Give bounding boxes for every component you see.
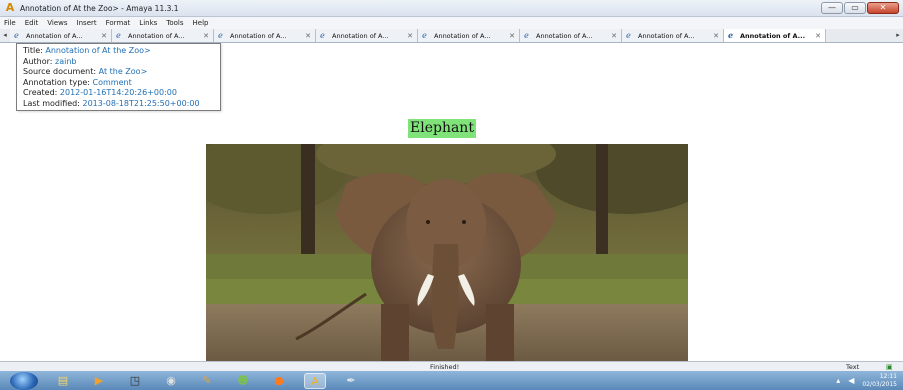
search-icon[interactable]: ◳ xyxy=(124,373,146,389)
document-icon: ℯ xyxy=(14,31,19,40)
annotation-source-row: Source document: At the Zoo> xyxy=(23,67,214,78)
connection-icon: ▣ xyxy=(886,363,893,371)
tab-close-icon[interactable]: ✕ xyxy=(815,32,821,40)
document-icon: ℯ xyxy=(320,31,325,40)
tab-bar: ◂ ℯ Annotation of A... ✕ ℯ Annotation of… xyxy=(0,29,903,43)
annotation-type-link[interactable]: Comment xyxy=(93,78,132,87)
file-explorer-icon[interactable]: ▤ xyxy=(52,373,74,389)
firefox-icon[interactable]: ● xyxy=(268,373,290,389)
tab-8-active[interactable]: ℯ Annotation of A... ✕ xyxy=(724,29,826,42)
tab-6[interactable]: ℯ Annotation of A... ✕ xyxy=(520,29,622,42)
feather-icon[interactable]: ✒ xyxy=(340,373,362,389)
window-controls: — ▭ ✕ xyxy=(821,2,899,14)
annotation-author-label: Author: xyxy=(23,56,56,66)
annotation-type-label: Annotation type: xyxy=(23,77,93,87)
chrome-icon[interactable]: ◉ xyxy=(160,373,182,389)
minimize-button[interactable]: — xyxy=(821,2,843,14)
annotation-created-value[interactable]: 2012-01-16T14:20:26+00:00 xyxy=(60,88,177,97)
tab-close-icon[interactable]: ✕ xyxy=(407,32,413,40)
tab-3[interactable]: ℯ Annotation of A... ✕ xyxy=(214,29,316,42)
annotation-metadata-box: Title: Annotation of At the Zoo> Author:… xyxy=(16,43,221,111)
tab-label: Annotation of A... xyxy=(128,31,185,40)
annotation-created-label: Created: xyxy=(23,88,60,98)
annotation-modified-value[interactable]: 2013-08-18T21:25:50+00:00 xyxy=(82,99,199,108)
annotation-title-row: Title: Annotation of At the Zoo> xyxy=(23,46,214,57)
annotation-created-row: Created: 2012-01-16T14:20:26+00:00 xyxy=(23,88,214,99)
amaya-app-icon: A xyxy=(5,1,15,14)
tab-1[interactable]: ℯ Annotation of A... ✕ xyxy=(10,29,112,42)
tab-scroll-right-icon[interactable]: ▸ xyxy=(893,29,903,42)
tab-close-icon[interactable]: ✕ xyxy=(713,32,719,40)
paint-icon[interactable]: ✎ xyxy=(196,373,218,389)
elephant-photo xyxy=(206,144,688,361)
window-title: Annotation of At the Zoo> - Amaya 11.3.1 xyxy=(20,3,179,13)
tab-label: Annotation of A... xyxy=(230,31,287,40)
tab-5[interactable]: ℯ Annotation of A... ✕ xyxy=(418,29,520,42)
menu-edit[interactable]: Edit xyxy=(25,19,39,27)
menu-format[interactable]: Format xyxy=(106,19,131,27)
tab-scroll-left-icon[interactable]: ◂ xyxy=(0,29,10,42)
menu-insert[interactable]: Insert xyxy=(77,19,97,27)
annotation-modified-label: Last modified: xyxy=(23,98,83,108)
annotation-source-link[interactable]: At the Zoo> xyxy=(99,67,148,76)
tab-4[interactable]: ℯ Annotation of A... ✕ xyxy=(316,29,418,42)
amaya-taskbar-icon[interactable]: A xyxy=(304,372,326,389)
tab-2[interactable]: ℯ Annotation of A... ✕ xyxy=(112,29,214,42)
annotation-author-row: Author: zainb xyxy=(23,57,214,68)
menu-links[interactable]: Links xyxy=(139,19,157,27)
document-icon: ℯ xyxy=(524,31,529,40)
menu-views[interactable]: Views xyxy=(47,19,67,27)
tab-label: Annotation of A... xyxy=(536,31,593,40)
document-icon: ℯ xyxy=(626,31,631,40)
menu-bar: File Edit Views Insert Format Links Tool… xyxy=(0,17,903,29)
media-player-icon[interactable]: ▶ xyxy=(88,373,110,389)
tab-label: Annotation of A... xyxy=(434,31,491,40)
menu-file[interactable]: File xyxy=(4,19,16,27)
annotation-modified-row: Last modified: 2013-08-18T21:25:50+00:00 xyxy=(23,99,214,110)
tab-close-icon[interactable]: ✕ xyxy=(305,32,311,40)
document-icon: ℯ xyxy=(116,31,121,40)
tab-close-icon[interactable]: ✕ xyxy=(101,32,107,40)
annotation-title-label: Title: xyxy=(23,46,46,55)
clock[interactable]: 12:11 02/03/2015 xyxy=(862,373,897,389)
status-bar: Finished! Text ▣ xyxy=(0,361,903,371)
clock-time: 12:11 xyxy=(879,372,897,380)
clock-date: 02/03/2015 xyxy=(862,380,897,388)
menu-tools[interactable]: Tools xyxy=(166,19,183,27)
volume-icon[interactable]: ◀ xyxy=(848,376,854,385)
tab-close-icon[interactable]: ✕ xyxy=(509,32,515,40)
maximize-button[interactable]: ▭ xyxy=(844,2,866,14)
page-heading: Elephant xyxy=(408,119,476,138)
annotation-source-label: Source document: xyxy=(23,67,99,77)
tab-label: Annotation of A... xyxy=(332,31,389,40)
tab-label: Annotation of A... xyxy=(26,31,83,40)
start-button-icon[interactable] xyxy=(10,371,38,390)
annotation-author-link[interactable]: zainb xyxy=(55,57,76,66)
network-icon[interactable]: ▴ xyxy=(836,376,840,385)
document-view[interactable]: Title: Annotation of At the Zoo> Author:… xyxy=(0,43,903,361)
os-taskbar: ▤ ▶ ◳ ◉ ✎ ☻ ● A ✒ ▴ ◀ 12:11 02/03/2015 xyxy=(0,371,903,390)
document-icon: ℯ xyxy=(422,31,427,40)
menu-help[interactable]: Help xyxy=(193,19,209,27)
tab-label: Annotation of A... xyxy=(638,31,695,40)
document-icon: ℯ xyxy=(728,31,734,40)
system-tray: ▴ ◀ 12:11 02/03/2015 xyxy=(836,371,897,390)
document-icon: ℯ xyxy=(218,31,223,40)
annotation-title-link[interactable]: Annotation of At the Zoo> xyxy=(45,46,150,55)
game-icon[interactable]: ☻ xyxy=(232,373,254,389)
tab-7[interactable]: ℯ Annotation of A... ✕ xyxy=(622,29,724,42)
tab-close-icon[interactable]: ✕ xyxy=(611,32,617,40)
tab-close-icon[interactable]: ✕ xyxy=(203,32,209,40)
title-bar: A Annotation of At the Zoo> - Amaya 11.3… xyxy=(0,0,903,17)
close-button[interactable]: ✕ xyxy=(867,2,899,14)
annotation-type-row: Annotation type: Comment xyxy=(23,78,214,89)
tab-label: Annotation of A... xyxy=(740,31,806,40)
